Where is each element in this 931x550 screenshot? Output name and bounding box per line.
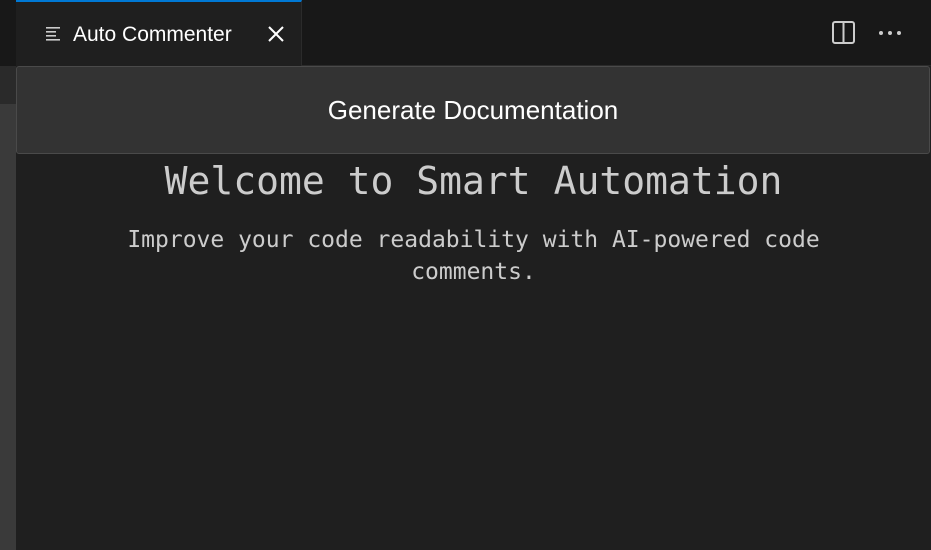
page-subtitle: Improve your code readability with AI-po… [127,227,820,285]
split-editor-icon[interactable] [831,20,857,46]
more-actions-icon[interactable] [876,20,904,46]
gutter-mid [0,66,16,104]
page-title: Welcome to Smart Automation [164,159,783,203]
editor-window: Auto Commenter Generate Documentation We… [0,0,931,550]
left-gutter [0,0,16,550]
generate-documentation-button[interactable]: Generate Documentation [16,66,930,154]
preview-lines-icon [46,26,62,44]
tab-label: Auto Commenter [73,23,232,46]
gutter-top [0,0,16,66]
gutter-scroll-region [0,104,16,550]
tab-bar: Auto Commenter [16,0,931,66]
tab-auto-commenter[interactable]: Auto Commenter [16,0,302,66]
close-icon[interactable] [266,24,286,44]
webview-panel: Generate Documentation Welcome to Smart … [16,66,931,550]
